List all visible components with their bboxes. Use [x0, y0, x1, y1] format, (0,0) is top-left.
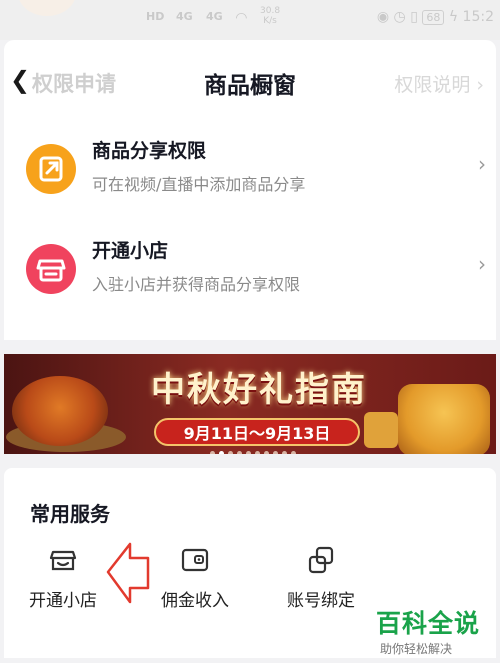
annotation-arrow-icon: [106, 542, 150, 604]
store-icon: [26, 244, 76, 294]
service-open-store[interactable]: 开通小店: [8, 544, 118, 611]
nav-header: ❮ 权限申请 商品橱窗 权限说明 ›: [4, 40, 496, 116]
service-commission[interactable]: 佣金收入: [140, 544, 250, 611]
battery-level: 68: [422, 10, 445, 25]
vibrate-icon: ▯: [410, 9, 418, 25]
signal-4g-label: 4G: [176, 10, 193, 23]
page-dot: [246, 451, 251, 454]
page-dot: [237, 451, 242, 454]
clock-time: 15:2: [462, 9, 494, 25]
promo-banner[interactable]: 中秋好礼指南 9月11日～9月13日: [4, 354, 496, 454]
service-label: 佣金收入: [161, 591, 229, 611]
chevron-right-icon: ›: [478, 152, 486, 176]
service-label: 开通小店: [29, 591, 97, 611]
permission-row-store[interactable]: 开通小店 入驻小店并获得商品分享权限 ›: [4, 216, 496, 316]
network-speed: 30.8 K/s: [260, 6, 280, 26]
page-dot-active: [219, 451, 224, 454]
status-bar: HD 4G 4G ◠ 30.8 K/s ◉ ◷ ▯ 68 ϟ 15:2: [0, 0, 500, 40]
signal-4g-label-2: 4G: [206, 10, 223, 23]
alarm-icon: ◷: [393, 9, 406, 25]
banner-lantern-image: [364, 412, 398, 448]
permission-list: 商品分享权限 可在视频/直播中添加商品分享 › 开通小店 入驻小店并获得商品分享…: [4, 116, 496, 340]
watermark-subtitle: 助你轻松解决: [380, 642, 453, 656]
speed-value: 30.8: [260, 6, 281, 16]
page-dot: [228, 451, 233, 454]
banner-pagination: [208, 441, 298, 454]
page-dot: [282, 451, 287, 454]
page-dot: [291, 451, 296, 454]
page-dot: [255, 451, 260, 454]
permission-title: 商品分享权限: [92, 140, 207, 162]
services-section-title: 常用服务: [30, 502, 110, 526]
permission-info-label: 权限说明: [394, 74, 471, 96]
service-account-binding[interactable]: 账号绑定: [266, 544, 376, 611]
wifi-icon: ◠: [236, 10, 247, 26]
hd-badge: HD: [146, 10, 165, 23]
eye-icon: ◉: [376, 9, 390, 25]
share-box-icon: [26, 144, 76, 194]
banner-mooncake-image: [398, 384, 490, 454]
avatar: [18, 0, 76, 16]
permission-row-share[interactable]: 商品分享权限 可在视频/直播中添加商品分享 ›: [4, 116, 496, 216]
service-label: 账号绑定: [287, 591, 355, 611]
charging-icon: ϟ: [448, 9, 459, 25]
store-outline-icon: [47, 544, 79, 576]
permission-subtitle: 可在视频/直播中添加商品分享: [92, 175, 306, 194]
banner-crab-image: [12, 376, 108, 446]
speed-unit: K/s: [263, 16, 277, 26]
link-squares-icon: [305, 544, 337, 576]
page-dot: [273, 451, 278, 454]
status-right: ◉ ◷ ▯ 68 ϟ 15:2: [377, 9, 494, 25]
chevron-right-icon: ›: [478, 252, 486, 276]
watermark: 百科全说 助你轻松解决: [376, 604, 494, 657]
wallet-icon: [179, 544, 211, 576]
permission-subtitle: 入驻小店并获得商品分享权限: [92, 275, 301, 294]
watermark-title: 百科全说: [376, 609, 481, 638]
permission-info-link[interactable]: 权限说明 ›: [394, 70, 484, 97]
permission-title: 开通小店: [92, 240, 169, 262]
page-dot: [210, 451, 215, 454]
page-dot: [264, 451, 269, 454]
banner-title: 中秋好礼指南: [151, 370, 367, 410]
